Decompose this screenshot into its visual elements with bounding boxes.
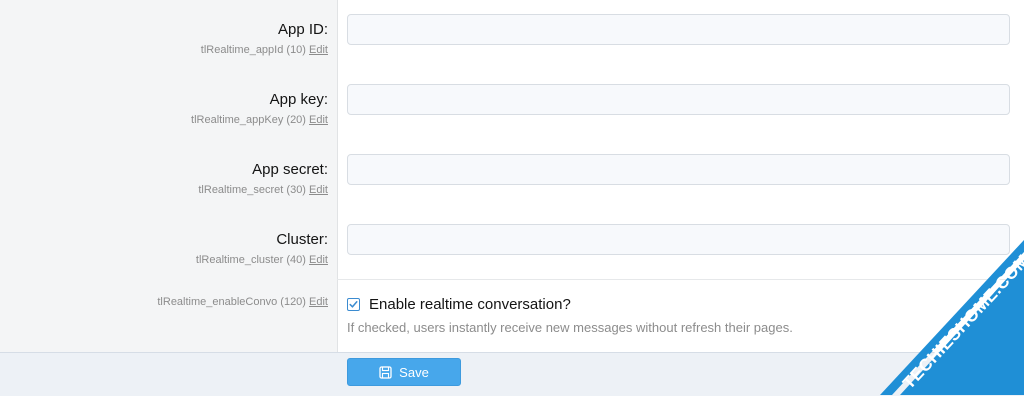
edit-link[interactable]: Edit [309,44,328,56]
enable-convo-checkbox-row[interactable]: Enable realtime conversation? [347,296,571,313]
label-block-app-secret: App secret: tlRealtime_secret (30) Edit [198,161,328,197]
checkmark-icon [349,301,358,308]
edit-link[interactable]: Edit [309,114,328,126]
edit-link[interactable]: Edit [309,254,328,266]
enable-convo-label[interactable]: Enable realtime conversation? [369,296,571,313]
save-button-label: Save [399,364,429,380]
edit-link[interactable]: Edit [309,184,328,196]
edit-link[interactable]: Edit [309,296,328,308]
field-label-app-key: App key: [269,91,328,108]
option-hint-app-id: tlRealtime_appId (10) Edit [201,43,328,57]
option-hint-cluster: tlRealtime_cluster (40) Edit [196,253,328,267]
option-hint-app-secret: tlRealtime_secret (30) Edit [198,183,328,197]
options-form: App ID: tlRealtime_appId (10) Edit App k… [0,0,1024,396]
app-secret-input[interactable] [347,154,1010,185]
app-id-input[interactable] [347,14,1010,45]
option-hint-enable-convo: tlRealtime_enableConvo (120) Edit [157,295,328,309]
form-footer: Save [0,352,1024,396]
option-key: tlRealtime_enableConvo (120) [157,296,306,308]
label-block-app-key: App key: tlRealtime_appKey (20) Edit [191,91,328,127]
label-block-enable-convo: tlRealtime_enableConvo (120) Edit [157,295,328,309]
app-key-input[interactable] [347,84,1010,115]
field-label-app-id: App ID: [277,21,328,38]
option-key: tlRealtime_cluster (40) [195,254,306,266]
option-key: tlRealtime_appKey (20) [191,114,306,126]
label-block-cluster: Cluster: tlRealtime_cluster (40) Edit [196,231,328,267]
label-block-app-id: App ID: tlRealtime_appId (10) Edit [201,21,328,57]
save-button[interactable]: Save [347,358,461,386]
row-divider [337,279,1024,280]
enable-convo-checkbox[interactable] [347,298,360,311]
option-hint-app-key: tlRealtime_appKey (20) Edit [191,113,328,127]
option-key: tlRealtime_appId (10) [200,44,306,56]
field-label-app-secret: App secret: [252,161,328,178]
field-label-cluster: Cluster: [276,231,328,248]
enable-convo-explain: If checked, users instantly receive new … [347,320,793,335]
save-icon [379,365,392,379]
option-key: tlRealtime_secret (30) [198,184,306,196]
cluster-input[interactable] [347,224,1010,255]
